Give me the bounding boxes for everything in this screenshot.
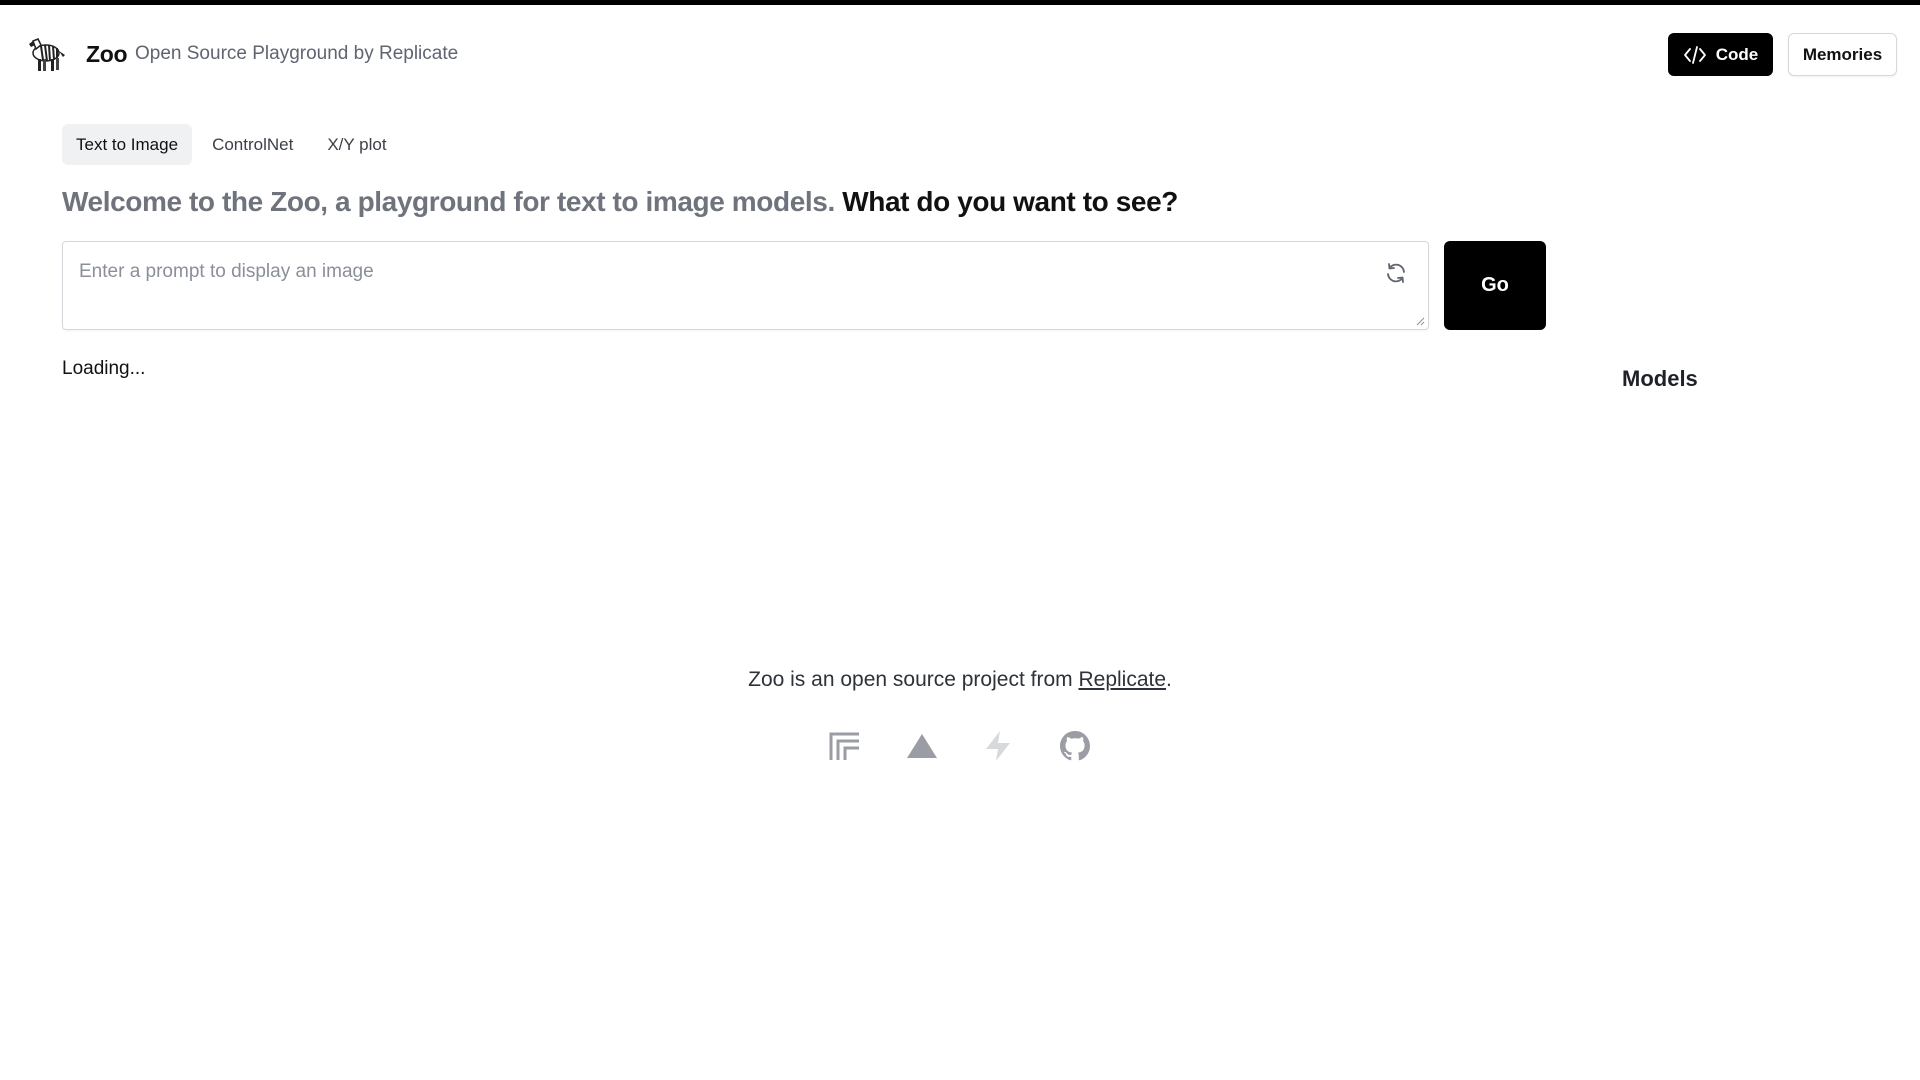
footer-icon-row xyxy=(828,729,1092,763)
prompt-input[interactable] xyxy=(63,242,1428,329)
zebra-logo-icon[interactable] xyxy=(24,31,68,75)
tab-text-to-image[interactable]: Text to Image xyxy=(62,124,193,165)
refresh-icon[interactable] xyxy=(1384,261,1408,285)
replicate-link[interactable]: Replicate xyxy=(1078,668,1166,691)
memories-button-label: Memories xyxy=(1802,44,1883,64)
tab-label: Text to Image xyxy=(76,134,179,154)
supabase-icon[interactable] xyxy=(981,729,1015,763)
go-button[interactable]: Go xyxy=(1444,241,1546,330)
mode-tabs: Text to Image ControlNet X/Y plot xyxy=(62,124,407,165)
headline-question: What do you want to see? xyxy=(842,186,1178,217)
tab-label: X/Y plot xyxy=(327,134,387,154)
replicate-icon[interactable] xyxy=(828,729,862,763)
tab-controlnet[interactable]: ControlNet xyxy=(198,124,307,165)
github-icon[interactable] xyxy=(1058,729,1092,763)
footer-text-before: Zoo is an open source project from xyxy=(748,668,1073,691)
headline-intro: Welcome to the Zoo, a playground for tex… xyxy=(62,186,835,217)
memories-button[interactable]: Memories xyxy=(1788,33,1897,76)
prompt-box xyxy=(62,241,1429,330)
footer-credit: Zoo is an open source project from Repli… xyxy=(0,668,1920,692)
resize-handle-icon[interactable] xyxy=(1415,316,1425,326)
loading-status: Loading... xyxy=(62,358,146,379)
page-headline: Welcome to the Zoo, a playground for tex… xyxy=(62,186,1178,218)
code-button-label: Code xyxy=(1715,44,1759,64)
footer-text-after: . xyxy=(1166,668,1172,691)
header: Zoo Open Source Playground by Replicate … xyxy=(0,5,1920,95)
code-icon xyxy=(1683,45,1706,64)
vercel-icon[interactable] xyxy=(905,729,939,763)
tab-xy-plot[interactable]: X/Y plot xyxy=(313,124,400,165)
code-button[interactable]: Code xyxy=(1668,33,1773,76)
tab-label: ControlNet xyxy=(212,134,294,154)
app-name: Zoo xyxy=(86,41,128,67)
models-heading: Models xyxy=(1622,366,1698,391)
app-tagline: Open Source Playground by Replicate xyxy=(135,43,459,64)
